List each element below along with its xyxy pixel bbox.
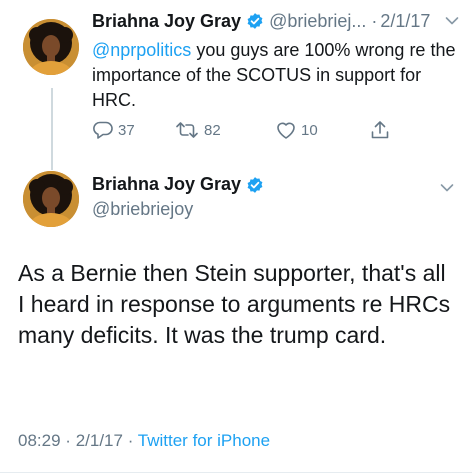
- chevron-down-icon[interactable]: [445, 16, 459, 26]
- username[interactable]: @briebriejoy: [92, 199, 193, 220]
- source-link[interactable]: Twitter for iPhone: [138, 431, 270, 450]
- separator: ·: [371, 10, 378, 31]
- display-name[interactable]: Briahna Joy Gray: [92, 174, 241, 195]
- avatar[interactable]: [23, 171, 79, 227]
- retweet-icon: [176, 122, 198, 138]
- heart-icon: [277, 122, 295, 139]
- reply-button[interactable]: 37: [92, 118, 135, 142]
- tweet-time: 08:29: [18, 431, 61, 450]
- reply-count: 37: [118, 121, 135, 139]
- thread-connector-line: [51, 88, 53, 170]
- separator: ·: [65, 431, 71, 450]
- divider: [0, 472, 472, 473]
- separator: ·: [127, 431, 134, 450]
- tweet-text: As a Bernie then Stein supporter, that's…: [18, 260, 451, 348]
- username[interactable]: @briebriej...: [269, 11, 366, 32]
- retweet-button[interactable]: 82: [174, 118, 221, 142]
- share-icon: [371, 121, 389, 139]
- verified-badge-icon: [247, 176, 263, 193]
- share-button[interactable]: [369, 118, 395, 142]
- retweet-count: 82: [204, 121, 221, 139]
- tweet-text: @nprpolitics you guys are 100% wrong re …: [92, 38, 462, 113]
- verified-badge-icon: [247, 13, 263, 29]
- mention-link[interactable]: @nprpolitics: [92, 40, 191, 60]
- tweet-meta: 08:29 · 2/1/17 · Twitter for iPhone: [18, 431, 270, 451]
- display-name-row: Briahna Joy Gray: [92, 174, 269, 195]
- tweet-header: Briahna Joy Gray @briebriej... · 2/1/17: [92, 8, 464, 34]
- avatar[interactable]: [23, 19, 79, 75]
- tweet-actions: 37 82 10: [92, 118, 452, 142]
- avatar-photo: [23, 171, 79, 227]
- display-name[interactable]: Briahna Joy Gray: [92, 11, 241, 32]
- chevron-down-icon[interactable]: [440, 183, 454, 193]
- like-count: 10: [301, 121, 318, 139]
- reply-icon: [93, 121, 113, 139]
- like-button[interactable]: 10: [275, 118, 318, 142]
- tweet-date: 2/1/17: [75, 431, 123, 450]
- tweet-date[interactable]: 2/1/17: [380, 11, 430, 32]
- avatar-photo: [23, 19, 79, 75]
